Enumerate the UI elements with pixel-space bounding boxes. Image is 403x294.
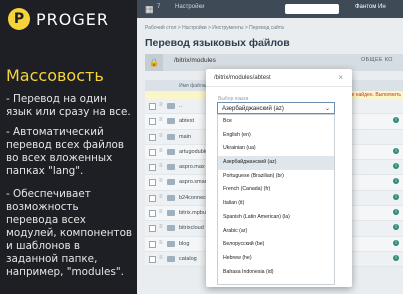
settings-link[interactable]: Настройки	[175, 4, 204, 10]
user-name[interactable]: Фантом Ин	[355, 4, 386, 10]
folder-icon	[167, 240, 175, 247]
language-option[interactable]: Spanish (Latin American) (la)	[218, 211, 334, 225]
lock-icon[interactable]: 🔒	[145, 54, 163, 71]
row-checkbox[interactable]	[149, 255, 156, 263]
language-option[interactable]: Italian (it)	[218, 197, 334, 211]
row-menu-icon[interactable]: ≡	[159, 224, 163, 230]
language-select-value: Азербайджанский (az)	[222, 106, 284, 112]
language-option[interactable]: Азербайджанский (az)	[218, 156, 334, 170]
language-option[interactable]: Все	[218, 115, 334, 129]
language-modal: /bitrix/modules/abtest × Выбор языка Азе…	[206, 69, 352, 287]
info-icon[interactable]: i	[393, 239, 399, 246]
row-checkbox[interactable]	[149, 179, 156, 187]
info-icon[interactable]: i	[393, 193, 399, 200]
apps-grid-icon[interactable]: ▦	[145, 4, 155, 14]
row-name[interactable]: abtest	[179, 118, 194, 124]
row-checkbox[interactable]	[149, 148, 156, 156]
info-icon[interactable]: i	[393, 254, 399, 261]
info-icon[interactable]: i	[393, 178, 399, 185]
row-menu-icon[interactable]: ≡	[159, 209, 163, 215]
top-bar: ▦ 7 Настройки Фантом Ин	[137, 0, 403, 18]
row-name[interactable]: catalog	[179, 256, 197, 262]
page-title: Перевод языковых файлов	[145, 37, 290, 49]
notice-text[interactable]: не найден. Выполнить	[349, 92, 401, 98]
folder-icon	[167, 225, 175, 232]
row-menu-icon[interactable]: ≡	[159, 194, 163, 200]
row-checkbox[interactable]	[149, 103, 156, 110]
path-field[interactable]: /bitrix/modules	[174, 57, 216, 64]
row-name[interactable]: main	[179, 134, 191, 140]
brand-logo: P PROGER	[8, 8, 109, 30]
row-menu-icon[interactable]: ≡	[159, 178, 163, 184]
logo-mark: P	[8, 8, 30, 30]
row-name[interactable]: aspro.max	[179, 164, 205, 170]
language-option[interactable]: Bahasa Indonesia (id)	[218, 266, 334, 280]
folder-icon	[167, 103, 175, 109]
divider	[206, 86, 352, 87]
promo-paragraph-1: - Перевод на один язык или сразу на все.	[6, 93, 131, 118]
folder-icon	[167, 179, 175, 186]
info-icon[interactable]: i	[393, 224, 399, 231]
row-name[interactable]: bitrixcloud	[179, 225, 204, 231]
row-checkbox[interactable]	[149, 118, 156, 126]
favorite-star-icon[interactable]: ☆	[259, 37, 268, 48]
info-icon[interactable]: i	[393, 163, 399, 170]
language-option[interactable]: Ukrainian (ua)	[218, 142, 334, 156]
folder-icon	[167, 133, 175, 140]
info-icon[interactable]: i	[393, 209, 399, 216]
folder-icon	[167, 255, 175, 262]
row-menu-icon[interactable]: ≡	[159, 255, 163, 261]
info-icon[interactable]: i	[393, 117, 399, 124]
brand-name: PROGER	[36, 9, 109, 29]
row-menu-icon[interactable]: ≡	[159, 148, 163, 154]
breadcrumb[interactable]: Рабочий стол > Настройки > Инструменты >…	[145, 25, 284, 31]
row-checkbox[interactable]	[149, 133, 156, 141]
row-checkbox[interactable]	[149, 225, 156, 233]
promo-title: Массовость	[6, 66, 104, 85]
row-menu-icon[interactable]: ≡	[159, 240, 163, 246]
notification-count[interactable]: 7	[157, 4, 160, 10]
row-menu-icon[interactable]: ≡	[159, 163, 163, 169]
close-icon[interactable]: ×	[338, 73, 343, 82]
row-checkbox[interactable]	[149, 194, 156, 202]
general-button[interactable]: ОБЩЕЕ КО	[361, 57, 393, 63]
folder-icon	[167, 194, 175, 201]
language-option[interactable]: Arabic (ar)	[218, 225, 334, 239]
promo-paragraph-2: - Автоматический перевод всех файлов во …	[6, 126, 124, 177]
language-option[interactable]: Portuguese (Brazilian) (br)	[218, 170, 334, 184]
folder-icon	[167, 118, 175, 125]
row-menu-icon[interactable]: ≡	[159, 117, 163, 123]
language-select[interactable]: Азербайджанский (az) ⌄	[217, 102, 335, 114]
language-option[interactable]: Hebrew (he)	[218, 252, 334, 266]
row-checkbox[interactable]	[149, 210, 156, 218]
language-option[interactable]: Белорусский (be)	[218, 238, 334, 252]
language-option[interactable]: French (Canada) (fr)	[218, 183, 334, 197]
row-name[interactable]: blog	[179, 241, 189, 247]
folder-icon	[167, 164, 175, 171]
row-name[interactable]: ..	[179, 103, 182, 109]
row-checkbox[interactable]	[149, 240, 156, 248]
info-icon[interactable]: i	[393, 147, 399, 154]
language-option[interactable]: English (en)	[218, 129, 334, 143]
row-menu-icon[interactable]: ≡	[159, 133, 163, 139]
modal-path: /bitrix/modules/abtest	[214, 75, 271, 81]
folder-icon	[167, 210, 175, 217]
promo-panel: P PROGER Массовость - Перевод на один яз…	[0, 0, 137, 294]
folder-icon	[167, 148, 175, 155]
row-menu-icon[interactable]: ≡	[159, 102, 163, 108]
search-input[interactable]	[285, 4, 339, 14]
row-checkbox[interactable]	[149, 164, 156, 172]
language-dropdown: Все English (en) Ukrainian (ua) Азербайджан…	[217, 114, 335, 285]
promo-paragraph-3: - Обеспечивает возможность перевода всех…	[6, 188, 133, 278]
